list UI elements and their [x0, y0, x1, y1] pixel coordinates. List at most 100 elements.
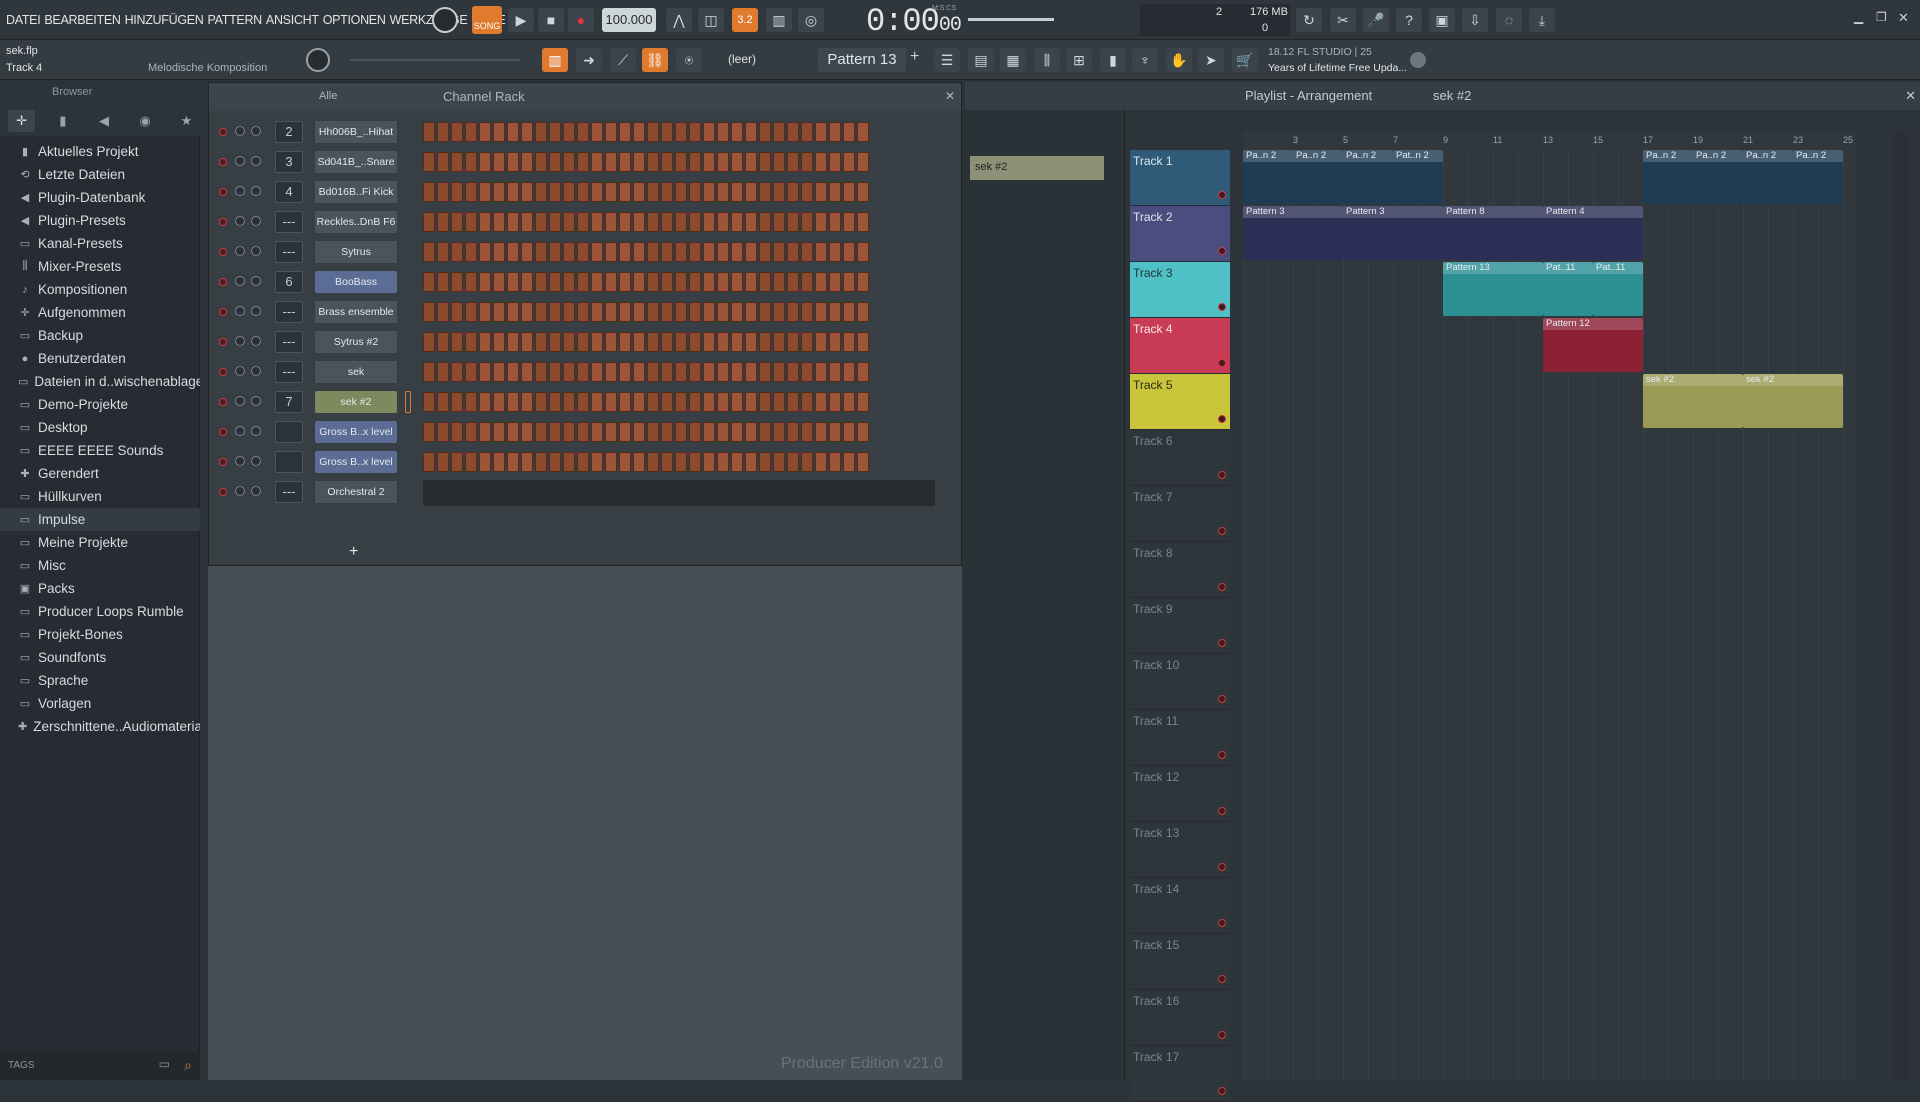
step-button[interactable]	[829, 152, 841, 172]
step-button[interactable]	[815, 392, 827, 412]
step-button[interactable]	[479, 362, 491, 382]
step-button[interactable]	[577, 332, 589, 352]
record-button[interactable]: ●	[568, 8, 594, 32]
step-button[interactable]	[787, 422, 799, 442]
channel-mixer-track[interactable]: 6	[275, 271, 303, 293]
step-button[interactable]	[703, 122, 715, 142]
step-button[interactable]	[479, 212, 491, 232]
step-button[interactable]	[521, 242, 533, 262]
step-button[interactable]	[619, 122, 631, 142]
close-button[interactable]: ✕	[1898, 10, 1909, 26]
step-button[interactable]	[633, 302, 645, 322]
step-button[interactable]	[605, 152, 617, 172]
channel-name-button[interactable]: sek	[315, 361, 397, 383]
track-header[interactable]: Track 17	[1130, 1046, 1230, 1102]
step-button[interactable]	[577, 152, 589, 172]
playlist-icon[interactable]: ☰	[934, 48, 960, 72]
playlist-clip[interactable]: Pa..n 2	[1743, 150, 1793, 204]
step-button[interactable]	[731, 392, 743, 412]
step-button[interactable]	[661, 302, 673, 322]
channel-pan-knob[interactable]	[235, 456, 245, 466]
song-mode-button[interactable]: SONG	[472, 6, 502, 34]
step-button[interactable]	[689, 332, 701, 352]
channel-volume-knob[interactable]	[251, 216, 261, 226]
step-button[interactable]	[633, 152, 645, 172]
step-button[interactable]	[521, 452, 533, 472]
step-button[interactable]	[437, 272, 449, 292]
step-button[interactable]	[549, 212, 561, 232]
step-button[interactable]	[577, 362, 589, 382]
step-button[interactable]	[605, 302, 617, 322]
step-button[interactable]	[815, 272, 827, 292]
menu-item[interactable]: ANSICHT	[264, 13, 321, 27]
menu-item[interactable]: HINZUFÜGEN	[123, 13, 206, 27]
step-button[interactable]	[507, 332, 519, 352]
track-header[interactable]: Track 4	[1130, 318, 1230, 374]
step-button[interactable]	[717, 122, 729, 142]
step-button[interactable]	[423, 392, 435, 412]
export-icon[interactable]: ⇩	[1462, 8, 1488, 32]
menu-item[interactable]: PATTERN	[206, 13, 264, 27]
step-button[interactable]	[479, 122, 491, 142]
step-button[interactable]	[815, 242, 827, 262]
step-button[interactable]	[689, 302, 701, 322]
step-button[interactable]	[815, 332, 827, 352]
step-button[interactable]	[633, 362, 645, 382]
step-button[interactable]	[451, 212, 463, 232]
step-button[interactable]	[493, 392, 505, 412]
channel-mixer-track[interactable]: ---	[275, 331, 303, 353]
main-volume-knob[interactable]	[306, 48, 330, 72]
step-button[interactable]	[647, 422, 659, 442]
chat-icon[interactable]: ◌	[1496, 8, 1522, 32]
step-button[interactable]	[759, 392, 771, 412]
channel-mixer-track[interactable]: ---	[275, 241, 303, 263]
step-button[interactable]	[465, 422, 477, 442]
step-seq-icon[interactable]: ➜	[576, 48, 602, 72]
step-button[interactable]	[717, 272, 729, 292]
step-button[interactable]	[437, 362, 449, 382]
browser-item[interactable]: ▭ Desktop	[0, 416, 200, 439]
track-header[interactable]: Track 9	[1130, 598, 1230, 654]
step-button[interactable]	[507, 452, 519, 472]
step-button[interactable]	[787, 242, 799, 262]
track-header[interactable]: Track 5	[1130, 374, 1230, 430]
step-button[interactable]	[857, 362, 869, 382]
step-button[interactable]	[465, 212, 477, 232]
step-button[interactable]	[647, 392, 659, 412]
step-button[interactable]	[423, 152, 435, 172]
step-button[interactable]	[689, 362, 701, 382]
channel-mute-led[interactable]	[219, 338, 227, 346]
step-button[interactable]	[843, 422, 855, 442]
browser-item[interactable]: ▭ Sprache	[0, 669, 200, 692]
channel-name-button[interactable]: Sytrus #2	[315, 331, 397, 353]
step-button[interactable]	[675, 362, 687, 382]
channel-volume-knob[interactable]	[251, 246, 261, 256]
menu-item[interactable]: OPTIONEN	[321, 13, 388, 27]
step-button[interactable]	[689, 422, 701, 442]
step-button[interactable]	[451, 242, 463, 262]
step-button[interactable]	[423, 452, 435, 472]
step-button[interactable]	[759, 242, 771, 262]
step-button[interactable]	[633, 452, 645, 472]
step-button[interactable]	[479, 452, 491, 472]
step-button[interactable]	[815, 182, 827, 202]
step-button[interactable]	[647, 242, 659, 262]
step-button[interactable]	[731, 242, 743, 262]
step-button[interactable]	[675, 302, 687, 322]
step-button[interactable]	[479, 332, 491, 352]
step-button[interactable]	[563, 272, 575, 292]
step-button[interactable]	[647, 452, 659, 472]
step-button[interactable]	[605, 332, 617, 352]
snap-button[interactable]: 3.2	[732, 8, 758, 32]
step-button[interactable]	[759, 152, 771, 172]
browser-item[interactable]: ♪ Kompositionen	[0, 278, 200, 301]
rack-filter[interactable]: Alle	[319, 90, 337, 102]
step-button[interactable]	[591, 272, 603, 292]
channel-mute-led[interactable]	[219, 368, 227, 376]
step-button[interactable]	[843, 362, 855, 382]
step-button[interactable]	[605, 392, 617, 412]
track-record-led[interactable]	[1218, 359, 1226, 367]
browser-item[interactable]: ◀ Plugin-Datenbank	[0, 186, 200, 209]
step-button[interactable]	[563, 332, 575, 352]
track-record-led[interactable]	[1218, 527, 1226, 535]
